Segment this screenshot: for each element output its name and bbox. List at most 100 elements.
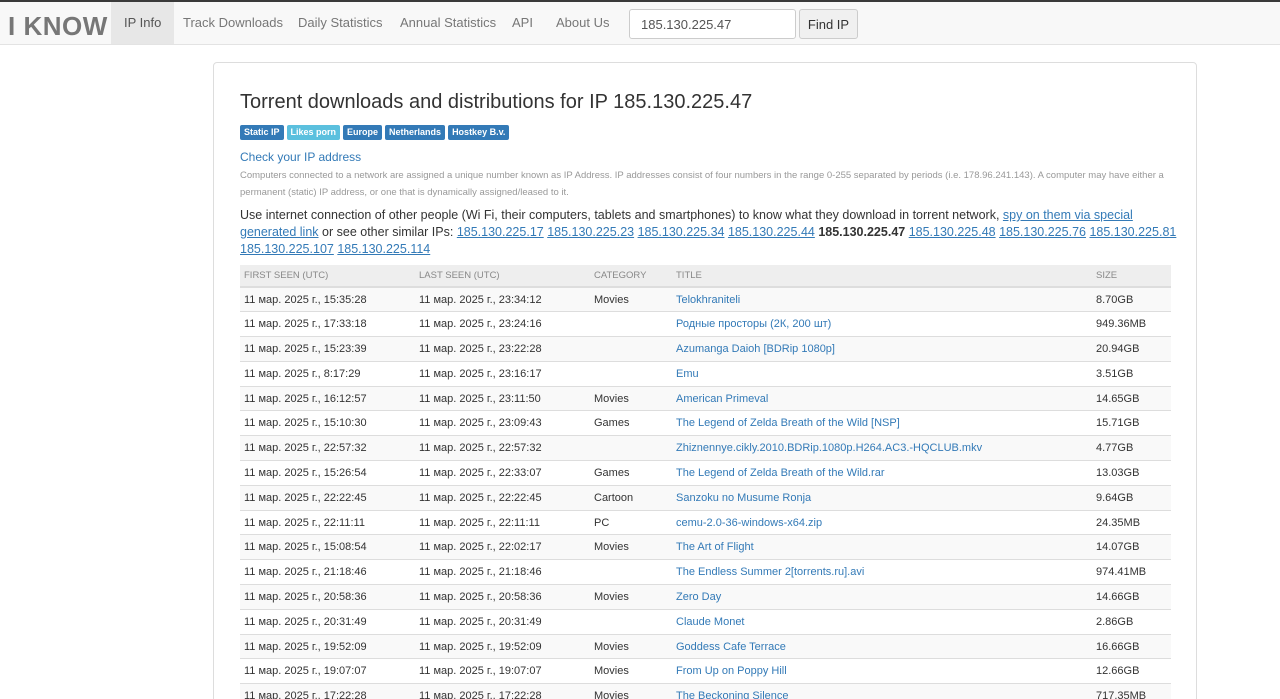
similar-ip-link[interactable]: 185.130.225.17 — [457, 225, 544, 239]
title-link[interactable]: The Legend of Zelda Breath of the Wild.r… — [672, 460, 1092, 486]
size-cell: 974.41MB — [1092, 559, 1171, 585]
similar-ip-link[interactable]: 185.130.225.76 — [999, 225, 1086, 239]
title-link[interactable]: Родные просторы (2К, 200 шт) — [672, 311, 1092, 337]
badge-netherlands: Netherlands — [385, 125, 446, 140]
title-link[interactable]: The Beckoning Silence — [672, 683, 1092, 699]
similar-ips-label: see other similar IPs: — [336, 225, 454, 239]
size-cell: 15.71GB — [1092, 410, 1171, 436]
nav-about-us[interactable]: About Us — [543, 2, 622, 44]
size-cell: 2.86GB — [1092, 608, 1171, 635]
title-link[interactable]: Telokhraniteli — [672, 286, 1092, 312]
table-row: 11 мар. 2025 г., 15:08:54 11 мар. 2025 г.… — [240, 534, 1171, 560]
table-header-row: FIRST SEEN (UTC) LAST SEEN (UTC) CATEGOR… — [240, 265, 1171, 288]
first-seen-cell: 11 мар. 2025 г., 15:10:30 — [240, 410, 415, 436]
similar-ip-link[interactable]: 185.130.225.34 — [638, 225, 725, 239]
nav-annual-statistics[interactable]: Annual Statistics — [387, 2, 509, 44]
category-cell — [590, 608, 672, 635]
check-ip-link[interactable]: Check your IP address — [240, 150, 361, 164]
title-link[interactable]: The Art of Flight — [672, 534, 1092, 560]
size-cell: 20.94GB — [1092, 336, 1171, 362]
first-seen-cell: 11 мар. 2025 г., 17:33:18 — [240, 311, 415, 337]
similar-ip-link[interactable]: 185.130.225.23 — [547, 225, 634, 239]
last-seen-cell: 11 мар. 2025 г., 19:07:07 — [415, 658, 590, 684]
similar-ip-link[interactable]: 185.130.225.48 — [909, 225, 996, 239]
title-link[interactable]: The Endless Summer 2[torrents.ru].avi — [672, 559, 1092, 585]
title-link[interactable]: cemu-2.0-36-windows-x64.zip — [672, 509, 1092, 535]
last-seen-cell: 11 мар. 2025 г., 21:18:46 — [415, 559, 590, 585]
table-row: 11 мар. 2025 г., 15:23:39 11 мар. 2025 г.… — [240, 336, 1171, 362]
similar-ip-link[interactable]: 185.130.225.44 — [728, 225, 815, 239]
title-link[interactable]: Emu — [672, 360, 1092, 387]
first-seen-cell: 11 мар. 2025 г., 20:31:49 — [240, 608, 415, 635]
table-row: 11 мар. 2025 г., 15:10:30 11 мар. 2025 г.… — [240, 410, 1171, 436]
table-row: 11 мар. 2025 г., 17:33:18 11 мар. 2025 г.… — [240, 311, 1171, 337]
similar-ip-link[interactable]: 185.130.225.81 — [1089, 225, 1176, 239]
title-link[interactable]: Goddess Cafe Terrace — [672, 633, 1092, 659]
nav-api[interactable]: API — [499, 2, 546, 44]
size-cell: 14.07GB — [1092, 534, 1171, 560]
header-title: TITLE — [672, 265, 1092, 288]
title-link[interactable]: From Up on Poppy Hill — [672, 658, 1092, 684]
badge-hostkey: Hostkey B.v. — [448, 125, 510, 140]
first-seen-cell: 11 мар. 2025 г., 19:07:07 — [240, 658, 415, 684]
first-seen-cell: 11 мар. 2025 г., 22:57:32 — [240, 435, 415, 461]
title-link[interactable]: Claude Monet — [672, 608, 1092, 635]
first-seen-cell: 11 мар. 2025 г., 22:11:11 — [240, 509, 415, 535]
navbar: I KNOW IP Info Track Downloads Daily Sta… — [0, 2, 1280, 45]
ip-search-input[interactable] — [629, 9, 796, 39]
table-row: 11 мар. 2025 г., 16:12:57 11 мар. 2025 г.… — [240, 385, 1171, 411]
first-seen-cell: 11 мар. 2025 г., 21:18:46 — [240, 559, 415, 585]
first-seen-cell: 11 мар. 2025 г., 15:23:39 — [240, 336, 415, 362]
usage-paragraph: Use internet connection of other people … — [240, 207, 1180, 258]
similar-ip-link[interactable]: 185.130.225.114 — [337, 242, 430, 256]
size-cell: 24.35MB — [1092, 509, 1171, 535]
content-panel: Torrent downloads and distributions for … — [213, 62, 1197, 699]
size-cell: 9.64GB — [1092, 484, 1171, 511]
first-seen-cell: 11 мар. 2025 г., 22:22:45 — [240, 484, 415, 511]
first-seen-cell: 11 мар. 2025 г., 16:12:57 — [240, 385, 415, 411]
similar-ip-link[interactable]: 185.130.225.107 — [240, 242, 334, 256]
title-link[interactable]: Azumanga Daioh [BDRip 1080p] — [672, 336, 1092, 362]
category-cell: Movies — [590, 534, 672, 560]
category-cell: Games — [590, 460, 672, 486]
category-cell — [590, 360, 672, 387]
table-row: 11 мар. 2025 г., 22:11:11 11 мар. 2025 г.… — [240, 509, 1171, 535]
badge-europe: Europe — [343, 125, 383, 140]
title-link[interactable]: Zhiznennye.cikly.2010.BDRip.1080p.H264.A… — [672, 435, 1092, 461]
nav-daily-statistics[interactable]: Daily Statistics — [285, 2, 396, 44]
table-row: 11 мар. 2025 г., 22:22:45 11 мар. 2025 г.… — [240, 484, 1171, 511]
table-row: 11 мар. 2025 г., 20:31:49 11 мар. 2025 г.… — [240, 608, 1171, 635]
nav-track-downloads[interactable]: Track Downloads — [170, 2, 296, 44]
brand-logo[interactable]: I KNOW — [8, 11, 108, 42]
table-row: 11 мар. 2025 г., 15:35:28 11 мар. 2025 г.… — [240, 286, 1171, 312]
first-seen-cell: 11 мар. 2025 г., 19:52:09 — [240, 633, 415, 659]
header-last-seen: LAST SEEN (UTC) — [415, 265, 590, 288]
table-row: 11 мар. 2025 г., 19:07:07 11 мар. 2025 г.… — [240, 658, 1171, 684]
category-cell: Movies — [590, 633, 672, 659]
last-seen-cell: 11 мар. 2025 г., 23:11:50 — [415, 385, 590, 411]
header-first-seen: FIRST SEEN (UTC) — [240, 265, 415, 288]
category-cell — [590, 435, 672, 461]
category-cell — [590, 311, 672, 337]
nav-ip-info[interactable]: IP Info — [111, 2, 175, 44]
title-link[interactable]: Sanzoku no Musume Ronja — [672, 484, 1092, 511]
category-cell: PC — [590, 509, 672, 535]
badge-likes-porn: Likes porn — [286, 125, 341, 140]
size-cell: 12.66GB — [1092, 658, 1171, 684]
last-seen-cell: 11 мар. 2025 г., 22:57:32 — [415, 435, 590, 461]
last-seen-cell: 11 мар. 2025 г., 23:22:28 — [415, 336, 590, 362]
last-seen-cell: 11 мар. 2025 г., 23:34:12 — [415, 286, 590, 312]
title-link[interactable]: The Legend of Zelda Breath of the Wild [… — [672, 410, 1092, 436]
page-title: Torrent downloads and distributions for … — [240, 91, 753, 113]
category-cell: Movies — [590, 385, 672, 411]
size-cell: 8.70GB — [1092, 286, 1171, 312]
size-cell: 14.66GB — [1092, 584, 1171, 610]
category-cell — [590, 559, 672, 585]
find-ip-button[interactable]: Find IP — [799, 9, 858, 39]
title-link[interactable]: Zero Day — [672, 584, 1092, 610]
downloads-table: FIRST SEEN (UTC) LAST SEEN (UTC) CATEGOR… — [240, 265, 1171, 699]
title-link[interactable]: American Primeval — [672, 385, 1092, 411]
size-cell: 3.51GB — [1092, 360, 1171, 387]
first-seen-cell: 11 мар. 2025 г., 20:58:36 — [240, 584, 415, 610]
size-cell: 717.35MB — [1092, 683, 1171, 699]
